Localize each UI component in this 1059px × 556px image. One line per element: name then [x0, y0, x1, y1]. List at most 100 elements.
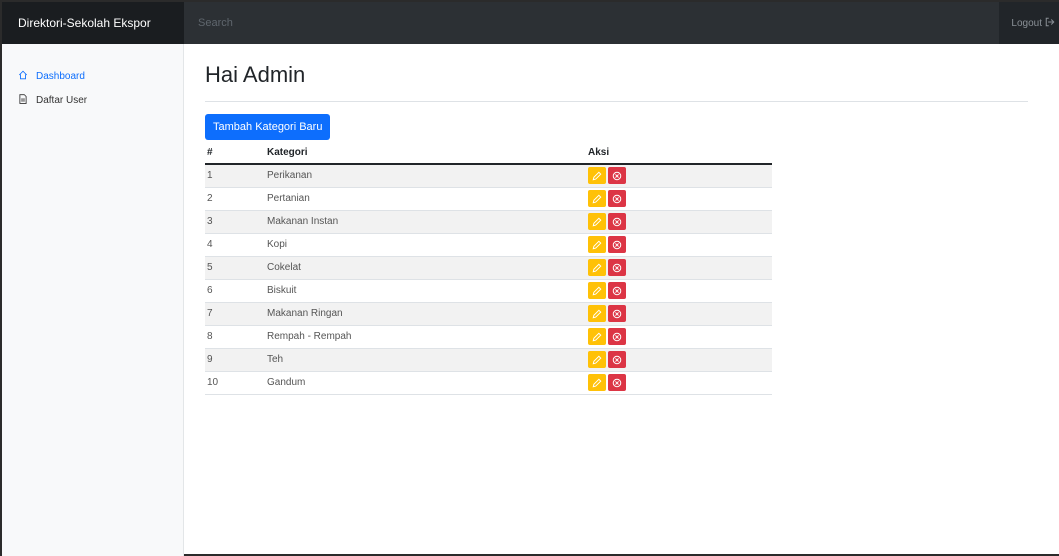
delete-button[interactable] [608, 213, 626, 230]
row-number: 9 [205, 348, 267, 372]
row-actions [588, 302, 772, 326]
row-actions [588, 210, 772, 234]
row-kategori: Kopi [267, 233, 588, 257]
category-table: # Kategori Aksi 1 Perikanan 2 Pertanian … [205, 142, 772, 395]
row-number: 7 [205, 302, 267, 326]
table-row: 8 Rempah - Rempah [205, 325, 772, 349]
delete-icon [612, 171, 622, 180]
delete-icon [612, 332, 622, 341]
edit-button[interactable] [588, 282, 606, 299]
row-number: 6 [205, 279, 267, 303]
row-kategori: Teh [267, 348, 588, 372]
sidebar-item-label: Daftar User [36, 94, 88, 106]
row-actions [588, 348, 772, 372]
edit-icon [592, 194, 602, 203]
edit-icon [592, 309, 602, 318]
table-row: 5 Cokelat [205, 256, 772, 280]
delete-button[interactable] [608, 259, 626, 276]
delete-button[interactable] [608, 328, 626, 345]
edit-button[interactable] [588, 213, 606, 230]
edit-icon [592, 286, 602, 295]
edit-icon [592, 171, 602, 181]
delete-icon [612, 217, 622, 226]
row-actions [588, 233, 772, 257]
sidebar-item-daftar-user[interactable]: Daftar User [2, 88, 183, 112]
row-actions [588, 164, 772, 188]
main-content: Hai Admin Tambah Kategori Baru # Kategor… [205, 44, 1031, 395]
table-row: 3 Makanan Instan [205, 210, 772, 234]
search-input[interactable] [198, 17, 999, 29]
row-number: 10 [205, 371, 267, 395]
header-aksi: Aksi [588, 142, 772, 165]
row-kategori: Rempah - Rempah [267, 325, 588, 349]
delete-icon [612, 240, 622, 249]
logout-link[interactable]: Logout [999, 2, 1059, 44]
row-kategori: Makanan Ringan [267, 302, 588, 326]
header-number: # [205, 142, 267, 165]
header-kategori: Kategori [267, 142, 588, 165]
edit-icon [592, 332, 602, 341]
app-frame: Direktori-Sekolah Ekspor Logout Dashboar… [0, 0, 1059, 556]
delete-button[interactable] [608, 282, 626, 299]
edit-icon [592, 378, 602, 387]
row-number: 2 [205, 187, 267, 211]
edit-icon [592, 240, 602, 249]
edit-icon [592, 263, 602, 272]
home-icon [18, 70, 28, 83]
edit-button[interactable] [588, 259, 606, 276]
title-divider [205, 101, 1028, 102]
delete-button[interactable] [608, 351, 626, 368]
edit-button[interactable] [588, 190, 606, 207]
delete-icon [612, 263, 622, 272]
edit-button[interactable] [588, 374, 606, 391]
delete-icon [612, 194, 622, 203]
row-kategori: Gandum [267, 371, 588, 395]
edit-icon [592, 355, 602, 364]
delete-button[interactable] [608, 374, 626, 391]
brand-title[interactable]: Direktori-Sekolah Ekspor [2, 2, 184, 44]
table-row: 1 Perikanan [205, 164, 772, 188]
table-row: 6 Biskuit [205, 279, 772, 303]
table-header-row: # Kategori Aksi [205, 142, 772, 165]
delete-button[interactable] [608, 236, 626, 253]
edit-button[interactable] [588, 236, 606, 253]
table-row: 7 Makanan Ringan [205, 302, 772, 326]
top-navbar: Direktori-Sekolah Ekspor Logout [2, 2, 1059, 44]
edit-button[interactable] [588, 305, 606, 322]
file-icon [18, 93, 28, 107]
logout-label: Logout [1011, 17, 1042, 29]
table-row: 10 Gandum [205, 371, 772, 395]
delete-button[interactable] [608, 190, 626, 207]
delete-icon [612, 309, 622, 318]
edit-button[interactable] [588, 167, 606, 185]
row-actions [588, 371, 772, 395]
row-kategori: Pertanian [267, 187, 588, 211]
row-kategori: Perikanan [267, 164, 588, 188]
delete-icon [612, 378, 622, 387]
search-bar[interactable] [184, 2, 999, 44]
edit-button[interactable] [588, 351, 606, 368]
row-number: 1 [205, 164, 267, 188]
sidebar: Dashboard Daftar User [2, 44, 184, 556]
table-row: 2 Pertanian [205, 187, 772, 211]
delete-button[interactable] [608, 305, 626, 322]
logout-icon [1045, 17, 1055, 30]
delete-button[interactable] [608, 167, 626, 185]
row-kategori: Biskuit [267, 279, 588, 303]
row-kategori: Cokelat [267, 256, 588, 280]
add-category-button[interactable]: Tambah Kategori Baru [205, 114, 331, 140]
row-number: 8 [205, 325, 267, 349]
row-number: 5 [205, 256, 267, 280]
row-number: 4 [205, 233, 267, 257]
delete-icon [612, 355, 622, 364]
table-row: 4 Kopi [205, 233, 772, 257]
edit-icon [592, 217, 602, 226]
row-actions [588, 187, 772, 211]
sidebar-item-label: Dashboard [36, 70, 85, 82]
row-actions [588, 279, 772, 303]
table-row: 9 Teh [205, 348, 772, 372]
sidebar-item-dashboard[interactable]: Dashboard [2, 64, 183, 88]
row-kategori: Makanan Instan [267, 210, 588, 234]
edit-button[interactable] [588, 328, 606, 345]
page-title: Hai Admin [205, 62, 306, 87]
